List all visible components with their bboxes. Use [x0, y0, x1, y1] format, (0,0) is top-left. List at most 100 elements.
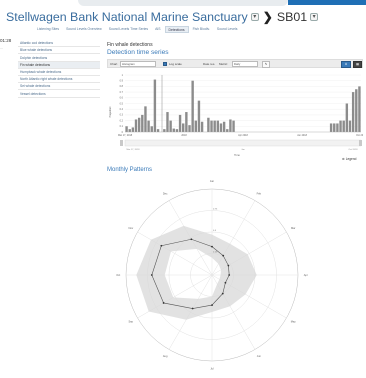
radar-point[interactable] [162, 302, 165, 304]
bar[interactable] [336, 123, 339, 132]
sidebar-item-sei-whale-detections[interactable]: Sei whale detections [18, 83, 100, 91]
metric-select[interactable]: Daily [232, 61, 258, 67]
bar[interactable] [348, 120, 352, 132]
bar[interactable] [134, 119, 138, 132]
download-icon[interactable]: ⬇ [341, 61, 351, 68]
radar-r-tick-label: 0.5 [213, 230, 217, 232]
x-tick-label: 2018 [181, 134, 187, 137]
bar[interactable] [131, 127, 135, 132]
y-tick-label: 0.2 [120, 119, 124, 122]
bar[interactable] [172, 128, 175, 132]
bar[interactable] [166, 112, 169, 132]
bar[interactable] [226, 129, 229, 132]
bar[interactable] [150, 126, 153, 132]
bar[interactable] [339, 120, 342, 132]
bar[interactable] [222, 121, 226, 132]
bar[interactable] [351, 92, 355, 132]
bar[interactable] [125, 126, 128, 132]
sanctuary-dropdown-button[interactable]: ▾ [250, 13, 259, 21]
bar[interactable] [232, 120, 235, 132]
radar-point[interactable] [150, 274, 153, 276]
bar[interactable] [128, 129, 131, 132]
navigator-handle-left[interactable] [120, 140, 123, 146]
bar[interactable] [169, 120, 172, 132]
bar[interactable] [219, 123, 223, 132]
bar[interactable] [153, 79, 157, 132]
radar-point[interactable] [160, 244, 163, 247]
tab-sound-levels-overview[interactable]: Sound Levels Overview [63, 26, 105, 33]
radar-point[interactable] [221, 292, 224, 295]
bar[interactable] [358, 86, 361, 132]
navigator-labels: Mar 17, 2018 Jun Oct 2018 [127, 148, 359, 151]
bar[interactable] [342, 120, 345, 132]
radar-point[interactable] [224, 281, 227, 284]
navigator-handle-right[interactable] [359, 140, 362, 146]
monthly-radar-chart: JanFebMarAprMayJunJulAugSepOctNovDec 0.2… [116, 179, 308, 370]
range-navigator[interactable] [124, 139, 362, 147]
tab-sound-levels-time-series[interactable]: Sound Levels Time Series [106, 26, 151, 33]
bar[interactable] [175, 129, 179, 132]
y-tick-label: 0.3 [120, 114, 124, 117]
radar-point[interactable] [211, 245, 213, 248]
left-edge-value: 01:28 [0, 38, 12, 43]
sidebar-item-atlantic-cod-detections[interactable]: Atlantic cod detections [18, 40, 100, 48]
radar-month-label: Mar [291, 226, 296, 230]
tab-sound-levels[interactable]: Sound Levels [214, 26, 241, 33]
left-edge-readout: 01:28 ... [0, 38, 11, 51]
tab-fish-biodiv[interactable]: Fish Biodiv. [190, 26, 213, 33]
legend-button[interactable]: ⚙ Legend [342, 157, 356, 161]
sidebar-item-humpback-whale-detections[interactable]: Humpback whale detections [18, 69, 100, 76]
tab-listening-sites[interactable]: Listening Sites [34, 26, 62, 33]
bar[interactable] [185, 112, 188, 132]
grid-view-icon[interactable]: ▦ [353, 61, 362, 68]
radar-r-tick-label: 0.75 [213, 209, 218, 211]
bar[interactable] [200, 121, 204, 132]
bar[interactable] [156, 129, 160, 132]
bar[interactable] [329, 123, 333, 132]
page-header: Stellwagen Bank National Marine Sanctuar… [6, 9, 319, 25]
sidebar-item-dolphin-detections[interactable]: Dolphin detections [18, 54, 100, 62]
log-scale-checkbox[interactable] [163, 62, 167, 67]
bar[interactable] [194, 120, 197, 132]
bar[interactable] [141, 114, 144, 132]
radar-point[interactable] [227, 264, 230, 267]
radar-point[interactable] [190, 238, 193, 241]
bar[interactable] [163, 129, 166, 132]
chart-type-select[interactable]: Histogram [120, 61, 156, 67]
sidebar-item-vessel-detections[interactable]: Vessel detections [18, 90, 100, 98]
bar[interactable] [188, 125, 191, 132]
bar[interactable] [182, 123, 185, 132]
radar-point[interactable] [211, 304, 213, 306]
bar[interactable] [144, 106, 147, 132]
time-series-y-ticks: 00.10.20.30.40.50.60.70.80.91 [120, 74, 124, 134]
radar-point[interactable] [222, 254, 225, 257]
tab-ais[interactable]: AIS [152, 26, 163, 33]
bar[interactable] [147, 120, 150, 132]
y-axis-label: Proportion [109, 106, 112, 118]
bar[interactable] [197, 100, 201, 132]
edit-icon[interactable]: ✎ [262, 61, 270, 68]
sidebar-item-north-atlantic-right-whale-detections[interactable]: North Atlantic right whale detections [18, 76, 100, 84]
bar[interactable] [333, 123, 336, 132]
bar[interactable] [178, 114, 182, 132]
radar-month-label: May [291, 320, 297, 324]
x-tick-label: Jun 2018 [297, 134, 308, 137]
site-dropdown-button[interactable]: ▾ [310, 13, 319, 21]
bar[interactable] [216, 120, 220, 132]
sidebar-item-blue-whale-detections[interactable]: Blue whale detections [18, 47, 100, 55]
bar[interactable] [137, 117, 141, 132]
bar[interactable] [229, 119, 232, 132]
bar[interactable] [191, 80, 194, 132]
bar[interactable] [355, 89, 358, 132]
bar[interactable] [345, 103, 349, 133]
radar-point[interactable] [228, 274, 231, 276]
time-series-gridlines [125, 74, 361, 133]
tab-detections[interactable]: Detections [164, 26, 189, 33]
sidebar-item-fin-whale-detections[interactable]: Fin whale detections [18, 61, 100, 69]
bar[interactable] [213, 120, 216, 132]
banner-decoration [78, 0, 288, 6]
sanctuary-title: Stellwagen Bank National Marine Sanctuar… [6, 10, 248, 24]
bar[interactable] [207, 117, 210, 132]
radar-point[interactable] [191, 307, 194, 310]
bar[interactable] [210, 120, 213, 132]
